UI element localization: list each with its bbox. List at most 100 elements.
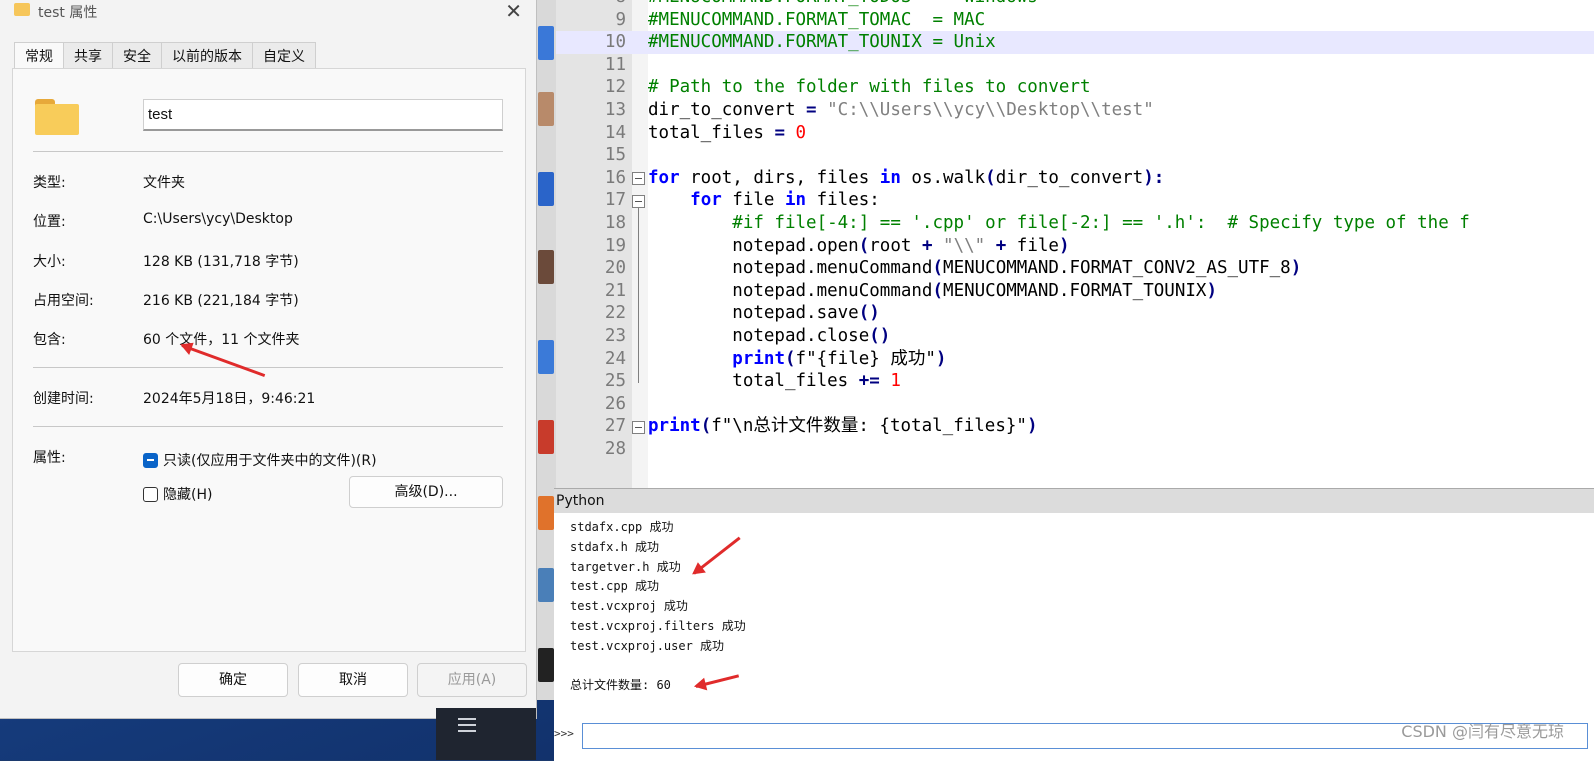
code-text: #if file[-4:] == '.cpp' or file[-2:] == … (648, 213, 1470, 233)
annotation-arrow (695, 674, 740, 688)
line-number: 21 (604, 280, 626, 301)
code-line: 19 notepad.open(root + "\\" + file) (556, 235, 1594, 258)
line-number: 25 (604, 371, 626, 392)
code-text: for root, dirs, files in os.walk(dir_to_… (648, 167, 1165, 188)
type-value: 文件夹 (143, 175, 185, 191)
divider (33, 426, 503, 427)
close-icon[interactable]: ✕ (505, 0, 522, 23)
code-line: 28 (556, 438, 1594, 461)
tab-bar: 常规 共享 安全 以前的版本 自定义 (14, 42, 316, 70)
code-line: 25 total_files += 1 (556, 370, 1594, 393)
location-label: 位置: (33, 214, 66, 230)
line-number: 13 (604, 100, 626, 120)
contains-value: 60 个文件，11 个文件夹 (143, 332, 300, 348)
console-output-line: test.vcxproj 成功 (570, 599, 688, 614)
code-line: 10 #MENUCOMMAND.FORMAT_TOUNIX = Unix (556, 31, 1594, 54)
tab-security[interactable]: 安全 (112, 42, 162, 69)
tab-customize[interactable]: 自定义 (252, 42, 316, 69)
advanced-button[interactable]: 高级(D)... (349, 476, 503, 508)
checkbox-indeterminate-icon (143, 452, 158, 468)
code-editor[interactable]: 8#MENUCOMMAND.FORMAT_TODOS Windows 9 #MEN… (556, 0, 1594, 488)
console-output-line: targetver.h 成功 (570, 559, 681, 574)
annotation-arrow (693, 536, 741, 575)
fold-guide (638, 207, 639, 383)
console-output-line: test.cpp 成功 (570, 579, 660, 594)
code-line: 22 notepad.save() (556, 302, 1594, 325)
tab-sharing[interactable]: 共享 (63, 42, 113, 69)
line-number: 16 (604, 167, 626, 188)
line-number: 20 (604, 258, 626, 279)
fold-toggle-icon[interactable] (632, 421, 645, 434)
folder-name-input[interactable] (143, 99, 503, 131)
readonly-checkbox[interactable]: 只读(仅应用于文件夹中的文件)(R) (143, 450, 377, 470)
size-on-disk-value: 216 KB (221,184 字节) (143, 293, 299, 309)
code-line: 15 (556, 144, 1594, 167)
location-value: C:\Users\ycy\Desktop (143, 211, 293, 227)
code-line: 12 # Path to the folder with files to con… (556, 76, 1594, 99)
console-output-line: stdafx.h 成功 (570, 539, 660, 554)
code-text: notepad.menuCommand(MENUCOMMAND.FORMAT_T… (648, 280, 1217, 301)
hidden-checkbox[interactable]: 隐藏(H) (143, 484, 212, 504)
checkbox-icon (143, 486, 158, 502)
console-output-line: 总计文件数量: 60 (570, 678, 671, 693)
code-text: dir_to_convert = "C:\\Users\\ycy\\Deskto… (648, 100, 1154, 120)
code-text: total_files += 1 (648, 371, 901, 392)
console-output-line: test.vcxproj.filters 成功 (570, 619, 746, 633)
code-text: notepad.menuCommand(MENUCOMMAND.FORMAT_C… (648, 258, 1302, 279)
code-text: #MENUCOMMAND.FORMAT_TOMAC = MAC (648, 9, 986, 30)
console-prompt: >>> (554, 727, 574, 740)
properties-dialog: test 属性 ✕ 常规 共享 安全 以前的版本 自定义 类型: 文件夹 位置:… (0, 0, 537, 719)
code-text: notepad.open(root + "\\" + file) (648, 235, 1070, 256)
line-number: 17 (604, 190, 626, 211)
code-text: print(f"\n总计文件数量: {total_files}") (648, 416, 1038, 437)
code-text: print(f"{file} 成功") (732, 348, 947, 369)
code-line: 18 #if file[-4:] == '.cpp' or file[-2:] … (556, 212, 1594, 235)
readonly-label: 只读(仅应用于文件夹中的文件)(R) (163, 453, 377, 469)
code-line: 21 notepad.menuCommand(MENUCOMMAND.FORMA… (556, 280, 1594, 303)
line-number: 27 (604, 416, 626, 437)
size-label: 大小: (33, 254, 66, 270)
code-line: 14 total_files = 0 (556, 122, 1594, 145)
divider (33, 151, 503, 152)
hidden-label: 隐藏(H) (163, 487, 213, 503)
line-number: 22 (604, 303, 626, 324)
background-window-strip (536, 0, 556, 700)
code-line: 20 notepad.menuCommand(MENUCOMMAND.FORMA… (556, 257, 1594, 280)
code-line: 24 print(f"{file} 成功") (556, 348, 1594, 371)
created-label: 创建时间: (33, 391, 94, 407)
line-number: 18 (604, 213, 626, 233)
console-title: Python (554, 489, 1594, 513)
taskbar (436, 708, 536, 760)
dialog-titlebar: test 属性 ✕ (0, 0, 536, 23)
line-number: 14 (604, 122, 626, 143)
tab-general[interactable]: 常规 (14, 42, 64, 70)
code-line: 13 dir_to_convert = "C:\\Users\\ycy\\Desk… (556, 99, 1594, 122)
code-text: notepad.close() (648, 326, 891, 346)
code-line: 9 #MENUCOMMAND.FORMAT_TOMAC = MAC (556, 9, 1594, 32)
apply-button[interactable]: 应用(A) (417, 663, 527, 697)
code-line: 17 for file in files: (556, 189, 1594, 212)
fold-toggle-icon[interactable] (632, 172, 645, 185)
line-number: 24 (604, 348, 626, 369)
created-value: 2024年5月18日，9:46:21 (143, 391, 316, 407)
line-number: 23 (604, 326, 626, 346)
code-line: 27 print(f"\n总计文件数量: {total_files}") (556, 415, 1594, 438)
line-number: 28 (604, 439, 626, 459)
code-text: # Path to the folder with files to conve… (648, 77, 1091, 98)
line-number: 11 (604, 54, 626, 75)
menu-icon[interactable] (458, 714, 476, 736)
folder-icon (14, 3, 30, 16)
code-line: 16 for root, dirs, files in os.walk(dir_t… (556, 167, 1594, 190)
code-line: 26 (556, 393, 1594, 416)
watermark: CSDN @闫有尽意无琼 (1401, 722, 1564, 741)
code-text: #MENUCOMMAND.FORMAT_TOUNIX = Unix (648, 32, 996, 53)
line-number: 10 (604, 32, 626, 53)
ok-button[interactable]: 确定 (178, 663, 288, 697)
line-number: 19 (604, 235, 626, 256)
general-panel: 类型: 文件夹 位置: C:\Users\ycy\Desktop 大小: 128… (12, 68, 526, 652)
type-label: 类型: (33, 175, 66, 191)
tab-previous-versions[interactable]: 以前的版本 (161, 42, 253, 69)
console-output-line: stdafx.cpp 成功 (570, 520, 674, 534)
cancel-button[interactable]: 取消 (298, 663, 408, 697)
code-line: 11 (556, 54, 1594, 77)
